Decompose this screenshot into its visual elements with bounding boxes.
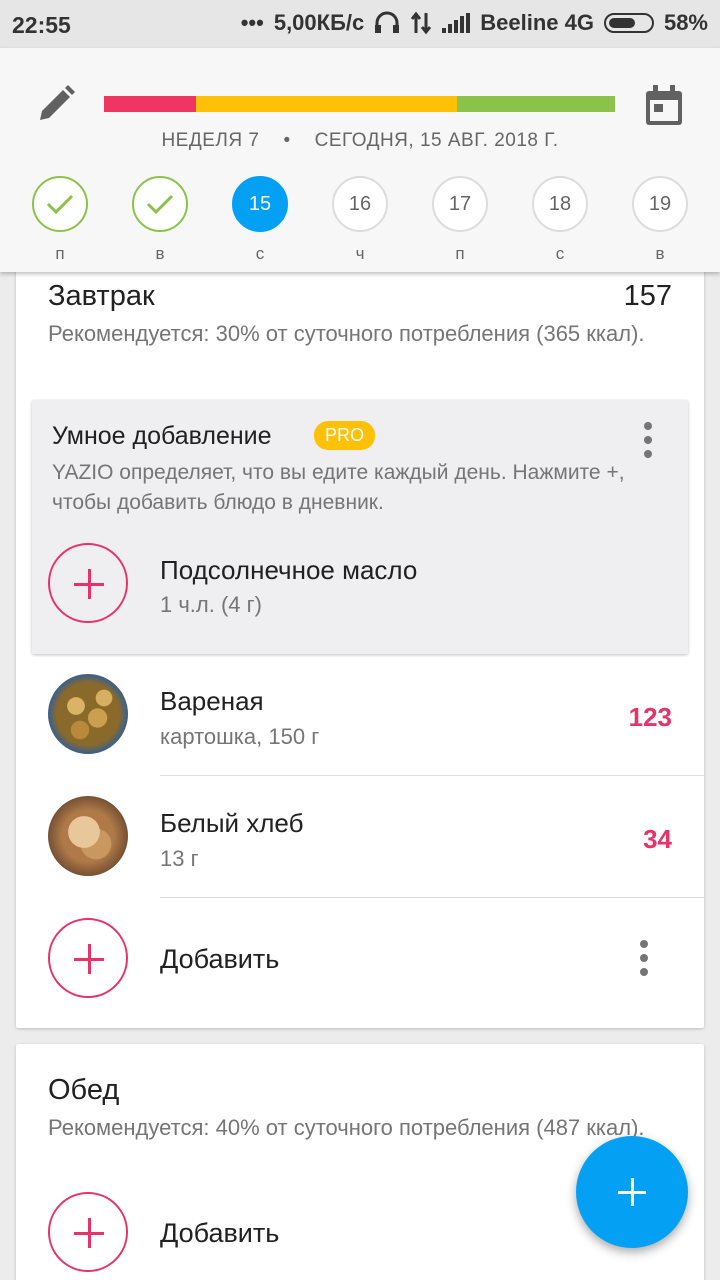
add-food-label[interactable]: Добавить [160,1218,279,1249]
day-weekday: ч [355,244,365,263]
more-options-icon[interactable] [638,940,650,976]
day-item[interactable]: п [32,176,88,264]
day-circle[interactable]: 16 [332,176,388,232]
week-label: НЕДЕЛЯ 7 [161,130,260,151]
day-item-today[interactable]: 15 с [232,176,288,264]
suggestion-detail: 1 ч.л. (4 г) [160,592,263,617]
meal-title: Завтрак [48,280,155,312]
data-transfer-icon [411,11,432,35]
food-item-calories: 123 [628,702,672,732]
check-icon [146,194,174,215]
day-circle-today[interactable]: 15 [232,176,288,232]
divider [160,775,704,776]
food-item-name[interactable]: Вареная [160,686,264,717]
more-options-icon[interactable] [642,422,654,458]
status-time: 22:55 [12,12,71,38]
meal-calories: 157 [623,280,672,312]
day-weekday: в [655,244,665,263]
day-weekday: в [155,244,165,263]
day-circle[interactable] [32,176,88,232]
smart-add-panel: Умное добавление PRO YAZIO определяет, ч… [32,400,688,654]
suggestion-name: Подсолнечное масло [160,555,418,585]
day-weekday: п [55,244,65,263]
headphones-icon [375,11,400,33]
day-selector: п в 15 с 16 ч 17 п 18 с 19 в [0,176,720,266]
battery-icon [603,13,654,33]
food-item-detail: 13 г [160,846,199,871]
day-circle[interactable]: 17 [432,176,488,232]
network-speed: 5,00КБ/с [273,10,365,35]
meal-recommendation: Рекомендуется: 30% от суточного потребле… [48,321,645,346]
day-item[interactable]: 17 п [432,176,488,264]
breakfast-card: Завтрак 157 Рекомендуется: 30% от суточн… [16,258,704,1028]
food-item-calories: 34 [643,824,672,854]
day-weekday: с [555,244,565,263]
battery-percent: 58% [663,10,708,35]
white-bread-photo [48,796,128,876]
floating-add-button[interactable] [576,1136,688,1248]
status-bar: 22:55 ••• 5,00КБ/с Beeline 4G 58% [0,0,720,48]
add-suggestion-button[interactable] [48,543,128,623]
day-weekday: п [455,244,465,263]
meal-recommendation: Рекомендуется: 40% от суточного потребле… [48,1115,645,1140]
food-item-name[interactable]: Белый хлеб [160,808,304,839]
add-food-label[interactable]: Добавить [160,944,279,975]
progress-segment-red [104,96,196,112]
boiled-potato-photo [48,674,128,754]
progress-segment-green [457,96,615,112]
pro-badge: PRO [314,421,376,450]
food-item-detail: картошка, 150 г [160,724,320,749]
status-dots: ••• [240,10,264,35]
day-item[interactable]: 16 ч [332,176,388,264]
day-weekday: с [255,244,265,263]
calendar-icon[interactable] [640,82,688,130]
check-icon [46,194,74,215]
divider [160,897,704,898]
smart-add-title: Умное добавление [52,422,272,450]
week-date-line: НЕДЕЛЯ 7 • СЕГОДНЯ, 15 АВГ. 2018 Г. [0,130,720,152]
meal-title: Обед [48,1074,120,1106]
day-item[interactable]: 19 в [632,176,688,264]
today-date: СЕГОДНЯ, 15 АВГ. 2018 Г. [314,130,559,151]
day-circle[interactable]: 19 [632,176,688,232]
daily-progress-bar [104,96,615,112]
day-circle[interactable]: 18 [532,176,588,232]
carrier-name: Beeline 4G [480,10,594,35]
signal-icon [442,13,471,33]
day-item[interactable]: в [132,176,188,264]
progress-segment-yellow [196,96,457,112]
edit-pencil-icon[interactable] [34,82,78,126]
diary-header: НЕДЕЛЯ 7 • СЕГОДНЯ, 15 АВГ. 2018 Г. п в 15… [0,48,720,272]
smart-add-description: YAZIO определяет, что вы едите каждый де… [52,461,625,514]
add-food-button[interactable] [48,1192,128,1272]
day-item[interactable]: 18 с [532,176,588,264]
day-circle[interactable] [132,176,188,232]
separator-dot: • [283,130,291,151]
add-food-button[interactable] [48,918,128,998]
